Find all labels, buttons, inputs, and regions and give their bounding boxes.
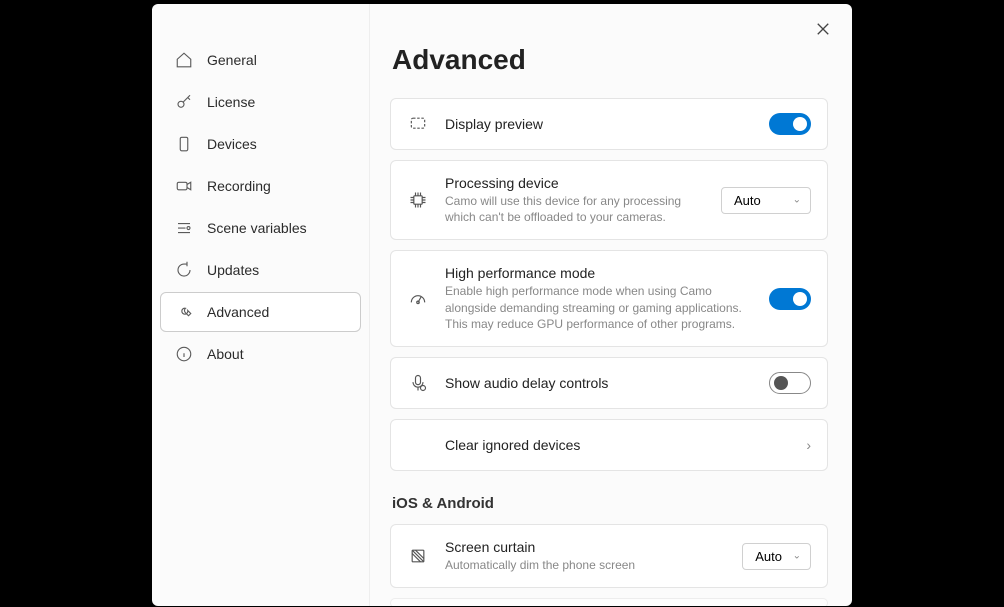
cpu-icon [407, 189, 429, 211]
sidebar-item-license[interactable]: License [160, 82, 361, 122]
sidebar-item-devices[interactable]: Devices [160, 124, 361, 164]
setting-display-preview: Display preview [390, 98, 828, 150]
sidebar-label: Advanced [207, 304, 269, 320]
setting-audio-delay: Show audio delay controls [390, 357, 828, 409]
camera-icon [175, 177, 193, 195]
setting-desc: Camo will use this device for any proces… [445, 193, 705, 225]
high-performance-toggle[interactable] [769, 288, 811, 310]
display-icon [407, 113, 429, 135]
setting-title: Display preview [445, 116, 753, 132]
setting-high-performance: High performance mode Enable high perfor… [390, 250, 828, 347]
sidebar-label: Devices [207, 136, 257, 152]
setting-screen-curtain: Screen curtain Automatically dim the pho… [390, 524, 828, 588]
processing-device-select[interactable]: Auto ⌄ [721, 187, 811, 214]
close-button[interactable] [810, 16, 836, 42]
setting-desc: Automatically dim the phone screen [445, 557, 726, 573]
chevron-right-icon: › [806, 437, 811, 453]
setting-partial-next [390, 598, 828, 606]
select-value: Auto [755, 549, 782, 564]
sidebar-label: Updates [207, 262, 259, 278]
info-icon [175, 345, 193, 363]
setting-title: Processing device [445, 175, 705, 191]
setting-title: High performance mode [445, 265, 753, 281]
variable-icon [175, 219, 193, 237]
wrench-icon [175, 303, 193, 321]
sidebar-item-general[interactable]: General [160, 40, 361, 80]
setting-desc: Enable high performance mode when using … [445, 283, 753, 332]
sidebar-label: License [207, 94, 255, 110]
key-icon [175, 93, 193, 111]
sidebar-label: About [207, 346, 244, 362]
setting-title: Clear ignored devices [445, 437, 790, 453]
sidebar-item-about[interactable]: About [160, 334, 361, 374]
phone-icon [175, 135, 193, 153]
sidebar-item-advanced[interactable]: Advanced [160, 292, 361, 332]
sidebar-item-scene-variables[interactable]: Scene variables [160, 208, 361, 248]
audio-delay-toggle[interactable] [769, 372, 811, 394]
refresh-icon [175, 261, 193, 279]
settings-window: General License Devices Recording Scene … [152, 4, 852, 606]
chevron-down-icon: ⌄ [793, 551, 801, 562]
gauge-icon [407, 288, 429, 310]
setting-title: Show audio delay controls [445, 375, 753, 391]
section-heading-mobile: iOS & Android [392, 495, 828, 512]
sidebar-item-updates[interactable]: Updates [160, 250, 361, 290]
sidebar-label: Scene variables [207, 220, 307, 236]
mic-gear-icon [407, 372, 429, 394]
sidebar-label: Recording [207, 178, 271, 194]
setting-title: Screen curtain [445, 539, 726, 555]
sidebar-item-recording[interactable]: Recording [160, 166, 361, 206]
curtain-icon [407, 545, 429, 567]
screen-curtain-select[interactable]: Auto ⌄ [742, 543, 811, 570]
main-panel: Advanced Display preview Processing devi… [370, 4, 852, 606]
setting-clear-ignored[interactable]: Clear ignored devices › [390, 419, 828, 471]
sidebar-label: General [207, 52, 257, 68]
setting-processing-device: Processing device Camo will use this dev… [390, 160, 828, 240]
sidebar: General License Devices Recording Scene … [152, 4, 370, 606]
chevron-down-icon: ⌄ [793, 195, 801, 206]
display-preview-toggle[interactable] [769, 113, 811, 135]
home-icon [175, 51, 193, 69]
select-value: Auto [734, 193, 761, 208]
page-title: Advanced [392, 44, 828, 76]
